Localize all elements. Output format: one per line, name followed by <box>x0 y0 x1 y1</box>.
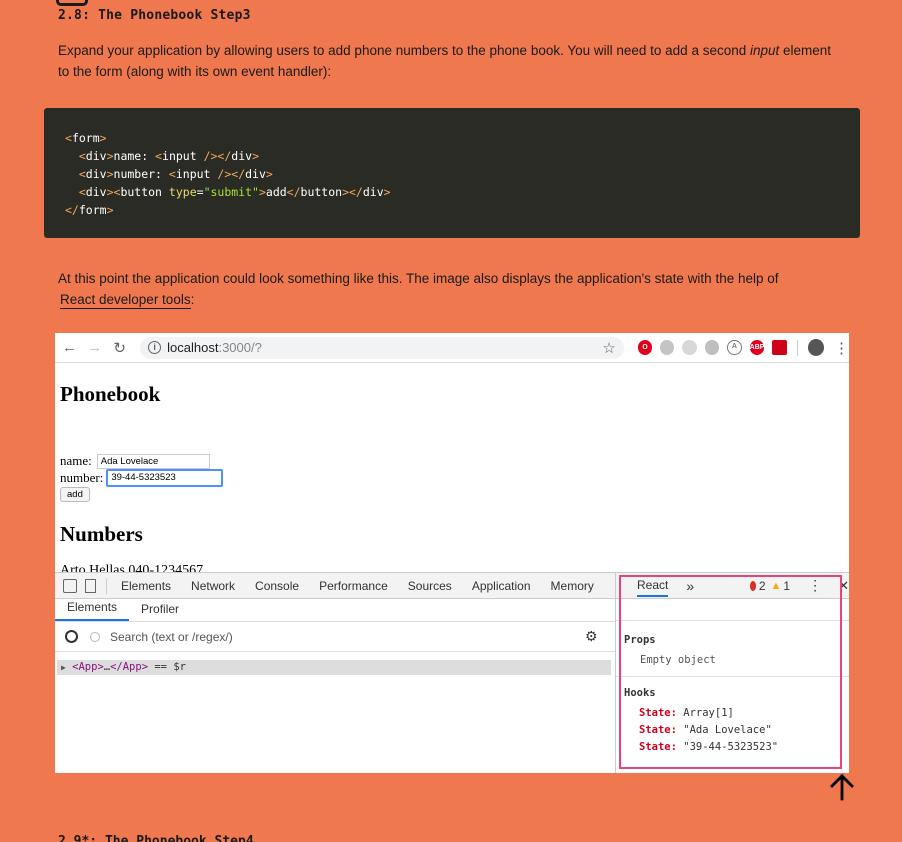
app-title: Phonebook <box>60 382 161 406</box>
props-value: Empty object <box>640 654 716 666</box>
props-title: Props <box>624 634 656 646</box>
device-toggle-icon[interactable] <box>85 578 96 593</box>
add-button[interactable]: add <box>60 487 90 502</box>
forward-arrow-icon: → <box>87 339 103 356</box>
browser-toolbar: ← → ↻ i localhost:3000/? ☆ O A ABP ⋮ <box>55 333 849 363</box>
info-icon: i <box>148 341 162 354</box>
hook-state-3: State: "39-44-5323523" <box>639 741 779 753</box>
react-tab-bar: React » 2 ▲ 1 ⋮ ✕ <box>616 573 849 599</box>
numbers-title: Numbers <box>60 522 143 546</box>
extension-icon <box>660 340 675 355</box>
extension-icon <box>704 340 720 355</box>
elements-pane: Elements Profiler Search (text or /regex… <box>55 600 615 773</box>
subtab-elements[interactable]: Elements <box>55 600 130 621</box>
component-tree-row[interactable]: ▶ <App>…</App> == $r <box>57 660 611 675</box>
avatar <box>807 339 824 356</box>
tab-memory[interactable]: Memory <box>541 579 604 593</box>
error-count[interactable]: 2 <box>759 579 766 593</box>
devtools-panel: Elements Network Console Performance Sou… <box>55 572 849 773</box>
browser-screenshot: ← → ↻ i localhost:3000/? ☆ O A ABP ⋮ Pho… <box>55 333 849 773</box>
target-icon[interactable] <box>65 630 78 643</box>
name-label: name: <box>60 453 92 468</box>
menu-dots-icon[interactable]: ⋮ <box>808 577 822 594</box>
screenshot-text: At this point the application could look… <box>58 271 779 286</box>
intro-text-start: Expand your application by allowing user… <box>58 43 750 58</box>
extension-icon <box>682 340 697 355</box>
intro-emphasis: input <box>750 43 780 58</box>
react-subtabs: Elements Profiler <box>55 600 615 622</box>
collapse-icon[interactable] <box>56 0 88 6</box>
extension-icon: A <box>727 340 742 355</box>
app-page: Phonebook name: Ada Lovelace number: 39-… <box>55 363 849 578</box>
subtab-profiler[interactable]: Profiler <box>129 602 191 621</box>
hook-state-1: State: Array[1] <box>639 707 734 719</box>
reload-icon: ↻ <box>113 339 126 357</box>
code-line-5: </form> <box>65 203 114 217</box>
code-line-2: <div>name: <input /></div> <box>78 149 259 163</box>
search-input[interactable]: Search (text or /regex/) <box>110 630 233 644</box>
number-row: number: 39-44-5323523 <box>60 469 224 487</box>
warning-icon: ▲ <box>770 579 782 592</box>
warning-count[interactable]: 1 <box>783 579 790 593</box>
url-path: :3000/? <box>218 340 262 355</box>
react-devtools-link[interactable]: React developer tools <box>60 291 191 309</box>
bookmark-star-icon: ☆ <box>602 339 616 357</box>
tab-network[interactable]: Network <box>181 579 245 593</box>
search-icon <box>90 631 100 642</box>
hook-state-2: State: "Ada Lovelace" <box>639 724 772 736</box>
link-colon: : <box>190 292 195 307</box>
back-arrow-icon: ← <box>62 339 78 356</box>
react-pane: React » 2 ▲ 1 ⋮ ✕ Props Empty object Hoo… <box>615 573 849 773</box>
search-row: Search (text or /regex/) ⚙ <box>55 622 615 652</box>
tab-application[interactable]: Application <box>462 579 541 593</box>
code-line-4: <div><button type="submit">add</button><… <box>78 185 391 199</box>
name-row: name: Ada Lovelace <box>60 453 210 469</box>
number-label: number: <box>60 470 104 485</box>
intro-paragraph: Expand your application by allowing user… <box>58 40 838 82</box>
number-input[interactable]: 39-44-5323523 <box>106 469 224 487</box>
scroll-to-top-icon[interactable] <box>828 772 856 802</box>
url-host: localhost <box>167 340 219 355</box>
tab-elements[interactable]: Elements <box>111 579 181 593</box>
opera-extension-icon: O <box>637 340 653 355</box>
code-block: <form> <div>name: <input /></div> <div>n… <box>44 108 860 238</box>
close-icon[interactable]: ✕ <box>838 578 849 594</box>
tab-react[interactable]: React <box>637 575 669 597</box>
toolbar-divider <box>106 577 107 594</box>
settings-gear-icon[interactable]: ⚙ <box>585 628 598 645</box>
toolbar-divider <box>796 339 798 356</box>
name-input[interactable]: Ada Lovelace <box>96 453 210 469</box>
code-line-1: <form> <box>65 131 107 145</box>
error-icon <box>750 580 756 591</box>
menu-dots-icon: ⋮ <box>834 339 849 357</box>
more-tabs-icon[interactable]: » <box>686 578 694 594</box>
inspect-icon[interactable] <box>63 578 77 593</box>
hooks-title: Hooks <box>624 687 656 699</box>
tab-sources[interactable]: Sources <box>398 579 462 593</box>
exercise-heading: 2.8: The Phonebook Step3 <box>58 8 251 23</box>
address-bar: i localhost:3000/? ☆ <box>140 336 624 359</box>
screenshot-paragraph: At this point the application could look… <box>58 268 838 310</box>
extension-icon <box>772 340 787 355</box>
tab-console[interactable]: Console <box>245 579 309 593</box>
tab-performance[interactable]: Performance <box>309 579 398 593</box>
next-exercise-heading: 2.9*: The Phonebook Step4 <box>58 834 254 842</box>
adblock-extension-icon: ABP <box>749 340 765 355</box>
code-line-3: <div>number: <input /></div> <box>78 167 273 181</box>
